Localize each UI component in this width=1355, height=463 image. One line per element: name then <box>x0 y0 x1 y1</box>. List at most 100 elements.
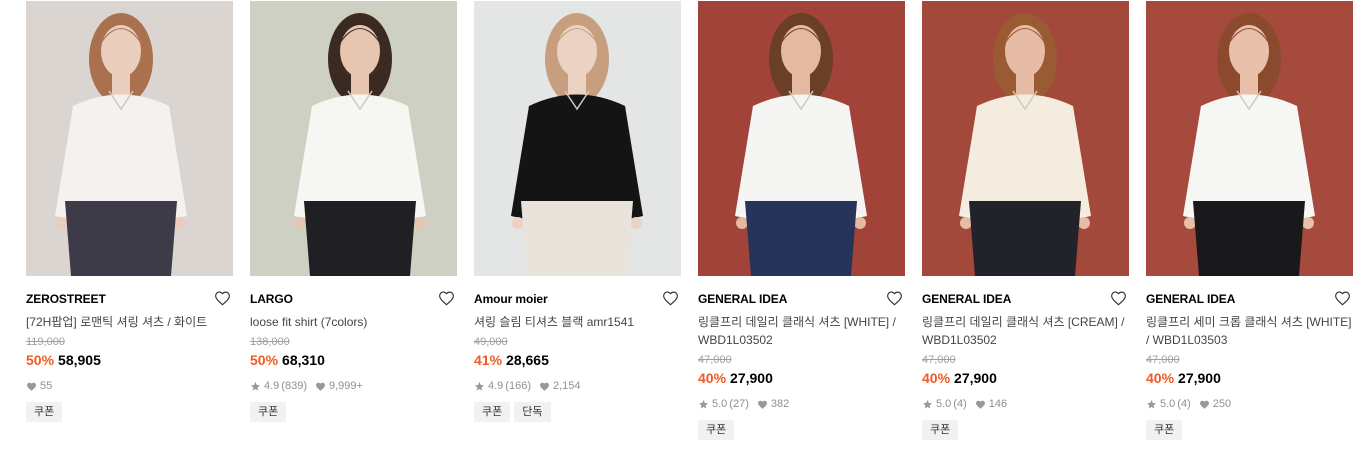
product-card[interactable]: GENERAL IDEA 링클프리 데일리 클래식 셔츠 [WHITE] / WB… <box>698 1 905 440</box>
discount-rate: 50% <box>26 352 55 368</box>
likes: 382 <box>757 396 789 412</box>
like-count: 146 <box>988 398 1008 410</box>
heart-icon <box>757 400 767 409</box>
product-name[interactable]: 링클프리 세미 크롭 클래식 셔츠 [WHITE] / WBD1L03503 <box>1146 313 1353 349</box>
badge-list: 쿠폰 단독 <box>474 402 681 422</box>
original-price: 138,000 <box>250 336 290 348</box>
like-count: 55 <box>40 380 53 392</box>
product-stats: 4.9 (839) 9,999+ <box>250 378 457 394</box>
heart-outline-icon <box>439 291 454 306</box>
product-image[interactable] <box>26 1 233 276</box>
star-icon <box>698 399 709 409</box>
product-image[interactable] <box>250 1 457 276</box>
product-card[interactable]: LARGO loose fit shirt (7colors) 138,000 50%… <box>250 1 457 422</box>
heart-icon <box>975 400 985 409</box>
sale-price: 28,665 <box>506 352 549 368</box>
review-count: (4) <box>1177 398 1191 410</box>
product-stats: 4.9 (166) 2,154 <box>474 378 681 394</box>
product-badge: 쿠폰 <box>1146 420 1183 440</box>
brand-name[interactable]: GENERAL IDEA <box>698 289 905 309</box>
rating: 5.0 (4) <box>1146 396 1191 412</box>
rating-score: 4.9 <box>488 380 504 392</box>
wishlist-button[interactable] <box>1110 290 1127 306</box>
brand-name[interactable]: LARGO <box>250 289 457 309</box>
price-row: 40% 27,900 <box>698 368 905 388</box>
rating-score: 5.0 <box>712 398 728 410</box>
heart-icon <box>27 382 36 391</box>
star-icon <box>922 399 933 409</box>
rating: 5.0 (27) <box>698 396 749 412</box>
badge-list: 쿠폰 <box>922 420 1129 440</box>
likes: 250 <box>1199 396 1231 412</box>
product-card[interactable]: Amour moier 셔링 슬림 티셔츠 블랙 amr1541 49,000 41%… <box>474 1 681 422</box>
product-name[interactable]: loose fit shirt (7colors) <box>250 313 457 331</box>
heart-icon <box>316 382 325 391</box>
sale-price: 68,310 <box>282 352 325 368</box>
brand-row: Amour moier <box>474 289 681 309</box>
brand-name[interactable]: GENERAL IDEA <box>922 289 1129 309</box>
wishlist-button[interactable] <box>214 290 231 306</box>
product-name[interactable]: [72H팝업] 로맨틱 셔링 셔츠 / 화이트 <box>26 313 233 331</box>
brand-name[interactable]: GENERAL IDEA <box>1146 289 1353 309</box>
like-count: 9,999+ <box>328 380 363 392</box>
product-name[interactable]: 링클프리 데일리 클래식 셔츠 [WHITE] / WBD1L03502 <box>698 313 905 349</box>
wishlist-button[interactable] <box>438 290 455 306</box>
product-stats: 5.0 (27) 382 <box>698 396 905 412</box>
rating-score: 5.0 <box>936 398 952 410</box>
rating: 4.9 (839) <box>250 378 307 394</box>
brand-row: GENERAL IDEA <box>698 289 905 309</box>
product-name[interactable]: 링클프리 데일리 클래식 셔츠 [CREAM] / WBD1L03502 <box>922 313 1129 349</box>
original-price: 47,000 <box>922 354 956 366</box>
product-stats: 5.0 (4) 250 <box>1146 396 1353 412</box>
brand-row: LARGO <box>250 289 457 309</box>
sale-price: 58,905 <box>58 352 101 368</box>
model-illustration <box>474 1 681 276</box>
model-illustration <box>698 1 905 276</box>
product-name[interactable]: 셔링 슬림 티셔츠 블랙 amr1541 <box>474 313 681 331</box>
product-image[interactable] <box>922 1 1129 276</box>
likes: 9,999+ <box>315 378 363 394</box>
wishlist-button[interactable] <box>662 290 679 306</box>
like-count: 382 <box>770 398 790 410</box>
product-badge: 쿠폰 <box>26 402 63 422</box>
model-illustration <box>1146 1 1353 276</box>
price-row: 50% 68,310 <box>250 350 457 370</box>
original-price: 49,000 <box>474 336 508 348</box>
product-stats: 55 <box>26 378 233 394</box>
product-grid: ZEROSTREET [72H팝업] 로맨틱 셔링 셔츠 / 화이트 119,000… <box>0 0 1355 463</box>
product-image[interactable] <box>474 1 681 276</box>
rating: 5.0 (4) <box>922 396 967 412</box>
wishlist-button[interactable] <box>1334 290 1351 306</box>
product-badge: 쿠폰 <box>474 402 511 422</box>
heart-outline-icon <box>663 291 678 306</box>
likes: 55 <box>26 378 52 394</box>
product-badge: 쿠폰 <box>922 420 959 440</box>
badge-list: 쿠폰 <box>250 402 457 422</box>
review-count: (166) <box>505 380 531 392</box>
heart-outline-icon <box>1335 291 1350 306</box>
sale-price: 27,900 <box>1178 370 1221 386</box>
heart-icon <box>540 382 549 391</box>
brand-row: ZEROSTREET <box>26 289 233 309</box>
brand-name[interactable]: Amour moier <box>474 289 681 309</box>
badge-list: 쿠폰 <box>26 402 233 422</box>
product-image[interactable] <box>1146 1 1353 276</box>
brand-row: GENERAL IDEA <box>1146 289 1353 309</box>
product-badge: 단독 <box>514 402 551 422</box>
product-card[interactable]: GENERAL IDEA 링클프리 세미 크롭 클래식 셔츠 [WHITE] / … <box>1146 1 1353 440</box>
brand-name[interactable]: ZEROSTREET <box>26 289 233 309</box>
product-card[interactable]: GENERAL IDEA 링클프리 데일리 클래식 셔츠 [CREAM] / WB… <box>922 1 1129 440</box>
product-card[interactable]: ZEROSTREET [72H팝업] 로맨틱 셔링 셔츠 / 화이트 119,000… <box>26 1 233 422</box>
rating-score: 4.9 <box>264 380 280 392</box>
model-illustration <box>26 1 233 276</box>
like-count: 250 <box>1212 398 1232 410</box>
star-icon <box>474 381 485 391</box>
sale-price: 27,900 <box>954 370 997 386</box>
model-illustration <box>922 1 1129 276</box>
wishlist-button[interactable] <box>886 290 903 306</box>
discount-rate: 40% <box>1146 370 1175 386</box>
review-count: (27) <box>729 398 749 410</box>
rating-score: 5.0 <box>1160 398 1176 410</box>
product-image[interactable] <box>698 1 905 276</box>
likes: 2,154 <box>539 378 581 394</box>
